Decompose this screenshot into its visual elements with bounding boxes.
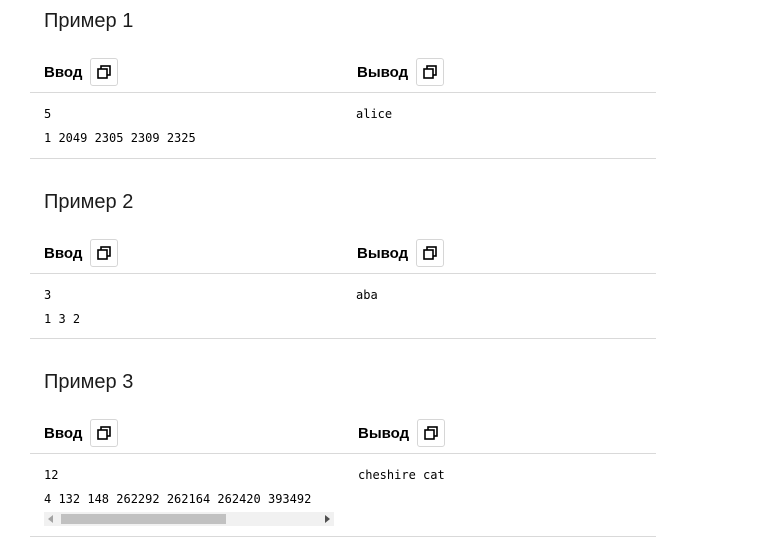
copy-output-button[interactable] <box>416 239 445 267</box>
input-line: 3 <box>44 288 52 302</box>
output-header: Вывод <box>358 419 446 447</box>
copy-icon <box>424 426 438 440</box>
output-label: Вывод <box>358 424 410 442</box>
divider <box>30 453 656 454</box>
input-header: Ввод <box>44 58 119 86</box>
scrollbar-thumb[interactable] <box>61 514 226 524</box>
divider <box>30 158 656 159</box>
divider <box>30 338 656 339</box>
copy-input-button[interactable] <box>90 239 119 267</box>
output-label: Вывод <box>357 63 409 81</box>
copy-icon <box>97 65 112 79</box>
copy-icon <box>423 65 437 79</box>
scroll-left-arrow-icon[interactable] <box>44 512 58 526</box>
divider <box>30 273 656 274</box>
divider <box>30 536 656 537</box>
input-line: 5 <box>44 107 52 121</box>
input-line: 12 <box>44 468 59 482</box>
copy-input-button[interactable] <box>90 419 119 447</box>
input-line: 1 2049 2305 2309 2325 <box>44 131 196 145</box>
output-header: Вывод <box>357 239 445 267</box>
output-line: cheshire cat <box>358 468 445 482</box>
example-title: Пример 2 <box>44 191 134 213</box>
copy-icon <box>97 246 112 260</box>
output-header: Вывод <box>357 58 445 86</box>
input-line: 1 3 2 <box>44 312 81 326</box>
copy-output-button[interactable] <box>416 58 445 86</box>
input-header: Ввод <box>44 419 119 447</box>
output-line: alice <box>356 107 393 121</box>
example-title: Пример 3 <box>44 371 134 393</box>
input-label: Ввод <box>44 244 83 262</box>
divider <box>30 92 656 93</box>
copy-output-button[interactable] <box>417 419 446 447</box>
copy-icon <box>423 246 437 260</box>
horizontal-scrollbar[interactable] <box>44 512 334 526</box>
copy-icon <box>97 426 112 440</box>
input-line: 4 132 148 262292 262164 262420 393492 <box>44 492 312 506</box>
output-label: Вывод <box>357 244 409 262</box>
copy-input-button[interactable] <box>90 58 119 86</box>
input-header: Ввод <box>44 239 119 267</box>
input-label: Ввод <box>44 424 83 442</box>
scroll-right-arrow-icon[interactable] <box>320 512 334 526</box>
input-label: Ввод <box>44 63 83 81</box>
output-line: aba <box>356 288 378 302</box>
example-title: Пример 1 <box>44 10 134 32</box>
